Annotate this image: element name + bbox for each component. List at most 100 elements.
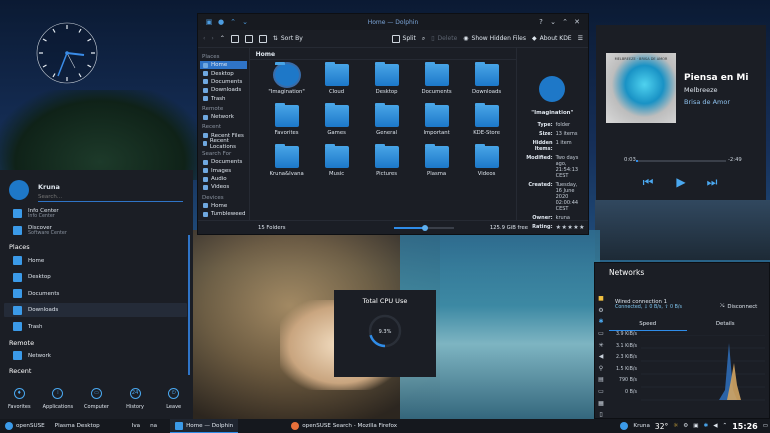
disconnect-button[interactable]: ⤯ Disconnect: [720, 303, 757, 310]
about-kde-button[interactable]: ◆ About KDE: [532, 35, 572, 42]
app-menu-icon[interactable]: ▣: [203, 18, 215, 26]
file-item[interactable]: Important: [412, 103, 462, 142]
settings-icon[interactable]: ⚙: [595, 305, 607, 317]
keyboard-icon[interactable]: ▦: [595, 397, 607, 409]
clipboard-icon[interactable]: ▣: [693, 423, 698, 429]
places-item[interactable]: Audio: [200, 175, 247, 183]
file-item[interactable]: Pictures: [362, 144, 412, 183]
bluetooth-icon[interactable]: ✳: [595, 339, 607, 351]
places-item[interactable]: Downloads: [200, 86, 247, 94]
launcher-scrollbar[interactable]: [188, 235, 190, 375]
track-progress[interactable]: [636, 160, 726, 162]
up-button[interactable]: ⌃: [220, 35, 225, 42]
display-icon[interactable]: ▭: [595, 386, 607, 398]
taskbar-opensuse[interactable]: openSUSE: [0, 419, 50, 433]
volume-icon[interactable]: ◀: [595, 351, 607, 363]
places-item[interactable]: Documents: [200, 158, 247, 166]
zoom-slider[interactable]: [393, 224, 454, 231]
launcher-item-home[interactable]: Home: [13, 256, 44, 265]
back-button[interactable]: ‹: [203, 35, 205, 42]
keep-below-icon[interactable]: ⌄: [239, 18, 251, 26]
dolphin-window[interactable]: ▣ ● ⌃ ⌄ Home — Dolphin ? ⌄ ⌃ ✕ ‹ › ⌃ ⇅ So…: [197, 13, 589, 235]
show-hidden-button[interactable]: ◉ Show Hidden Files: [463, 35, 526, 42]
tab-computer[interactable]: ▭ Computer: [77, 382, 116, 420]
taskbar-dolphin[interactable]: Home — Dolphin: [170, 419, 239, 433]
tab-applications[interactable]: ⁞ Applications: [39, 382, 78, 420]
tray-user[interactable]: Kruna: [633, 423, 650, 429]
launcher-item-documents[interactable]: Documents: [13, 289, 59, 298]
tab-details[interactable]: Details: [687, 321, 765, 331]
places-item[interactable]: Documents: [200, 78, 247, 86]
previous-track-icon[interactable]: ⏮: [638, 175, 658, 190]
file-item[interactable]: Games: [312, 103, 362, 142]
places-item[interactable]: Network: [200, 113, 247, 121]
file-item[interactable]: Cloud: [312, 62, 362, 101]
close-icon[interactable]: ✕: [571, 18, 583, 26]
places-item[interactable]: Trash: [200, 95, 247, 103]
folder-icon[interactable]: ■: [595, 293, 607, 305]
user-avatar-icon[interactable]: [620, 422, 629, 430]
keep-above-icon[interactable]: ⌃: [227, 18, 239, 26]
split-button[interactable]: Split: [391, 34, 416, 43]
file-item[interactable]: Music: [312, 144, 362, 183]
pin-icon[interactable]: ●: [215, 18, 227, 26]
weather-temp[interactable]: 32°: [655, 422, 668, 431]
file-item[interactable]: Plasma: [412, 144, 462, 183]
file-item[interactable]: Favorites: [262, 103, 312, 142]
tray-expand-icon[interactable]: ⌃: [723, 423, 728, 429]
pager-na[interactable]: na: [145, 419, 162, 433]
file-item[interactable]: Kruna&Ivana: [262, 144, 312, 183]
places-item[interactable]: Recent Locations: [200, 138, 247, 150]
notifications-icon[interactable]: ▤: [595, 374, 607, 386]
forward-button[interactable]: ›: [211, 35, 213, 42]
rating-stars[interactable]: ★★★★★: [556, 224, 585, 231]
tab-favorites[interactable]: ♦ Favorites: [0, 382, 39, 420]
places-item[interactable]: Desktop: [200, 69, 247, 77]
file-item[interactable]: "Imagination": [262, 62, 312, 101]
usb-icon[interactable]: ⚲: [595, 363, 607, 375]
places-item[interactable]: Videos: [200, 183, 247, 191]
file-item[interactable]: Downloads: [462, 62, 512, 101]
volume-icon[interactable]: ◀: [713, 423, 717, 429]
taskbar-firefox[interactable]: openSUSE Search - Mozilla Firefox: [286, 419, 402, 433]
file-item[interactable]: Documents: [412, 62, 462, 101]
settings-icon[interactable]: ⚙: [683, 423, 688, 429]
file-item[interactable]: General: [362, 103, 412, 142]
network-icon[interactable]: ✱: [595, 316, 607, 328]
search-button[interactable]: ⌕: [422, 35, 425, 43]
pager-iva[interactable]: Iva: [127, 419, 145, 433]
file-view[interactable]: Home "Imagination" Cloud Desktop Documents D…: [249, 48, 516, 220]
digital-clock[interactable]: 15:26: [732, 422, 757, 431]
breadcrumb[interactable]: Home: [249, 48, 516, 60]
search-input[interactable]: [38, 193, 183, 202]
tab-history[interactable]: 24 History: [116, 382, 155, 420]
tab-speed[interactable]: Speed: [609, 321, 687, 331]
help-icon[interactable]: ?: [535, 18, 547, 26]
hamburger-menu-button[interactable]: ☰: [578, 35, 583, 42]
show-desktop-icon[interactable]: ▭: [763, 423, 768, 429]
tab-leave[interactable]: ⏻ Leave: [154, 382, 193, 420]
places-item[interactable]: Tumbleweed: [200, 210, 247, 218]
avatar[interactable]: [9, 180, 29, 200]
weather-icon[interactable]: ☼: [673, 423, 678, 429]
compact-view-button[interactable]: [244, 34, 253, 43]
window-icon[interactable]: ▭: [595, 328, 607, 340]
dolphin-titlebar[interactable]: ▣ ● ⌃ ⌄ Home — Dolphin ? ⌄ ⌃ ✕: [198, 14, 588, 30]
delete-button[interactable]: ▯ Delete: [431, 35, 457, 42]
analog-clock-widget[interactable]: [36, 22, 98, 84]
favorite-discover[interactable]: Discover Software Center: [13, 225, 67, 236]
play-icon[interactable]: ▶: [671, 175, 691, 189]
file-item[interactable]: Videos: [462, 144, 512, 183]
launcher-item-network[interactable]: Network: [13, 351, 51, 360]
places-item[interactable]: Home: [200, 61, 247, 70]
wired-connection-item[interactable]: Wired connection 1 Connected, ⇩ 0 B/s, ⇧…: [615, 299, 682, 310]
icons-view-button[interactable]: [230, 34, 239, 43]
launcher-item-trash[interactable]: Trash: [13, 322, 43, 331]
sort-by-button[interactable]: ⇅ Sort By: [273, 35, 303, 42]
maximize-icon[interactable]: ⌃: [559, 18, 571, 26]
network-icon[interactable]: ✱: [704, 423, 709, 429]
taskbar-plasma-desktop[interactable]: Plasma Desktop: [50, 419, 105, 433]
launcher-item-desktop[interactable]: Desktop: [13, 272, 51, 282]
favorite-info-center[interactable]: Info Center Info Center: [13, 208, 59, 219]
file-item[interactable]: Desktop: [362, 62, 412, 101]
